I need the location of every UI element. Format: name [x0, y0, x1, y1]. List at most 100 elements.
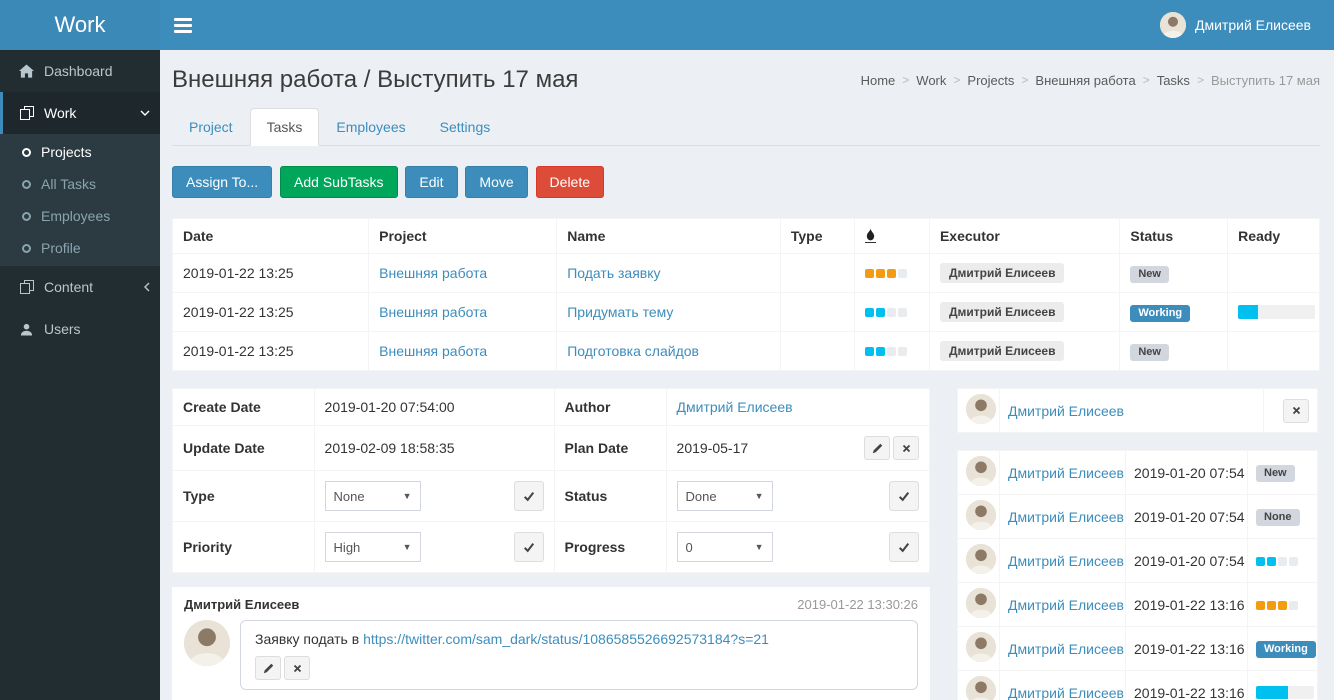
type-apply-button[interactable]: [514, 481, 544, 511]
comment-author: Дмитрий Елисеев: [184, 597, 299, 612]
task-row: 2019-01-22 13:25 Внешняя работа Придумат…: [173, 293, 1320, 332]
tab-employees[interactable]: Employees: [319, 108, 422, 146]
plan-date-clear-button[interactable]: [893, 436, 919, 460]
sidebar-item-dashboard[interactable]: Dashboard: [0, 50, 160, 92]
tab-bar: Project Tasks Employees Settings: [172, 108, 1320, 146]
breadcrumb-projects[interactable]: Projects: [967, 73, 1014, 88]
ready-cell: [1228, 332, 1320, 371]
close-icon: [1292, 406, 1301, 415]
col-type: Type: [780, 219, 855, 254]
history-progress-bar: [1256, 686, 1314, 699]
comment-delete-button[interactable]: [284, 656, 310, 680]
main-content: Внешняя работа / Выступить 17 мая Home W…: [160, 50, 1334, 700]
assignee-card: Дмитрий Елисеев: [957, 388, 1318, 433]
sidebar-item-employees[interactable]: Employees: [0, 200, 160, 232]
remove-assignee-button[interactable]: [1283, 399, 1309, 423]
history-user-link[interactable]: Дмитрий Елисеев: [1008, 597, 1124, 613]
breadcrumb-home[interactable]: Home: [861, 73, 896, 88]
col-date: Date: [173, 219, 369, 254]
col-executor: Executor: [929, 219, 1119, 254]
history-user-link[interactable]: Дмитрий Елисеев: [1008, 553, 1124, 569]
priority-label: Priority: [173, 522, 315, 573]
task-name-link[interactable]: Подать заявку: [567, 265, 660, 281]
sidebar-item-content[interactable]: Content: [0, 266, 160, 308]
sidebar-item-users[interactable]: Users: [0, 308, 160, 350]
breadcrumb: Home Work Projects Внешняя работа Tasks …: [861, 73, 1320, 88]
history-panel: Дмитрий Елисеев 2019-01-20 07:54 New Дми…: [957, 450, 1318, 700]
tasks-header-row: Date Project Name Type Executor Status R…: [173, 219, 1320, 254]
add-subtasks-button[interactable]: Add SubTasks: [280, 166, 398, 198]
task-project-link[interactable]: Внешняя работа: [379, 265, 487, 281]
tab-settings[interactable]: Settings: [423, 108, 508, 146]
flame-icon[interactable]: [865, 228, 876, 243]
history-avatar: [966, 588, 996, 618]
task-date: 2019-01-22 13:25: [173, 293, 369, 332]
status-apply-button[interactable]: [889, 481, 919, 511]
comment-edit-button[interactable]: [255, 656, 281, 680]
comment-text: Заявку подать в: [255, 631, 363, 647]
history-time: 2019-01-20 07:54: [1126, 451, 1248, 495]
circle-icon: [22, 212, 31, 221]
sidebar-toggle-icon[interactable]: [160, 0, 205, 50]
col-name: Name: [557, 219, 781, 254]
comment-timestamp: 2019-01-22 13:30:26: [797, 597, 918, 612]
task-name-link[interactable]: Подготовка слайдов: [567, 343, 699, 359]
history-status-badge: Working: [1256, 641, 1316, 658]
tab-project[interactable]: Project: [172, 108, 250, 146]
caret-down-icon: ▼: [403, 542, 412, 552]
delete-button[interactable]: Delete: [536, 166, 604, 198]
sidebar-item-profile[interactable]: Profile: [0, 232, 160, 264]
history-avatar: [966, 632, 996, 662]
history-row: Дмитрий Елисеев 2019-01-22 13:16 Working: [958, 627, 1318, 671]
task-date: 2019-01-22 13:25: [173, 254, 369, 293]
comment-link[interactable]: https://twitter.com/sam_dark/status/1086…: [363, 631, 769, 647]
user-icon: [18, 323, 35, 336]
task-name-link[interactable]: Придумать тему: [567, 304, 673, 320]
page-title: Внешняя работа / Выступить 17 мая: [172, 66, 578, 94]
history-avatar: [966, 544, 996, 574]
history-user-link[interactable]: Дмитрий Елисеев: [1008, 685, 1124, 700]
history-user-link[interactable]: Дмитрий Елисеев: [1008, 509, 1124, 525]
author-link[interactable]: Дмитрий Елисеев: [677, 399, 793, 415]
assignee-link[interactable]: Дмитрий Елисеев: [1008, 403, 1124, 419]
status-label: Status: [554, 471, 666, 522]
sidebar-item-label: Dashboard: [44, 63, 113, 79]
priority-dots: [865, 347, 907, 356]
user-avatar: [1160, 12, 1186, 38]
tasks-table: Date Project Name Type Executor Status R…: [172, 218, 1320, 371]
type-select[interactable]: None▼: [325, 481, 421, 511]
check-icon: [898, 490, 910, 502]
top-navbar: Work Дмитрий Елисеев: [0, 0, 1334, 50]
priority-dots: [865, 308, 907, 317]
priority-select[interactable]: High▼: [325, 532, 421, 562]
sidebar-item-all-tasks[interactable]: All Tasks: [0, 168, 160, 200]
history-user-link[interactable]: Дмитрий Елисеев: [1008, 641, 1124, 657]
progress-apply-button[interactable]: [889, 532, 919, 562]
sidebar-item-work[interactable]: Work: [0, 92, 160, 134]
breadcrumb-work[interactable]: Work: [916, 73, 946, 88]
plan-date-edit-button[interactable]: [864, 436, 890, 460]
check-icon: [523, 541, 535, 553]
user-menu[interactable]: Дмитрий Елисеев: [1152, 0, 1319, 50]
history-user-link[interactable]: Дмитрий Елисеев: [1008, 465, 1124, 481]
sidebar-item-projects[interactable]: Projects: [0, 136, 160, 168]
caret-down-icon: ▼: [755, 542, 764, 552]
task-toolbar: Assign To... Add SubTasks Edit Move Dele…: [172, 166, 1320, 198]
status-select[interactable]: Done▼: [677, 481, 773, 511]
pencil-icon: [263, 663, 274, 674]
app-logo[interactable]: Work: [0, 0, 160, 50]
history-row: Дмитрий Елисеев 2019-01-22 13:16: [958, 583, 1318, 627]
tab-tasks[interactable]: Tasks: [250, 108, 320, 146]
move-button[interactable]: Move: [465, 166, 527, 198]
progress-select[interactable]: 0▼: [677, 532, 773, 562]
breadcrumb-current: Выступить 17 мая: [1190, 73, 1320, 88]
sidebar: Dashboard Work Projects All Tasks Employ…: [0, 50, 160, 700]
priority-apply-button[interactable]: [514, 532, 544, 562]
task-project-link[interactable]: Внешняя работа: [379, 343, 487, 359]
breadcrumb-tasks[interactable]: Tasks: [1157, 73, 1190, 88]
assign-to-button[interactable]: Assign To...: [172, 166, 272, 198]
breadcrumb-project-name[interactable]: Внешняя работа: [1035, 73, 1135, 88]
task-project-link[interactable]: Внешняя работа: [379, 304, 487, 320]
author-label: Author: [554, 389, 666, 426]
edit-button[interactable]: Edit: [405, 166, 457, 198]
